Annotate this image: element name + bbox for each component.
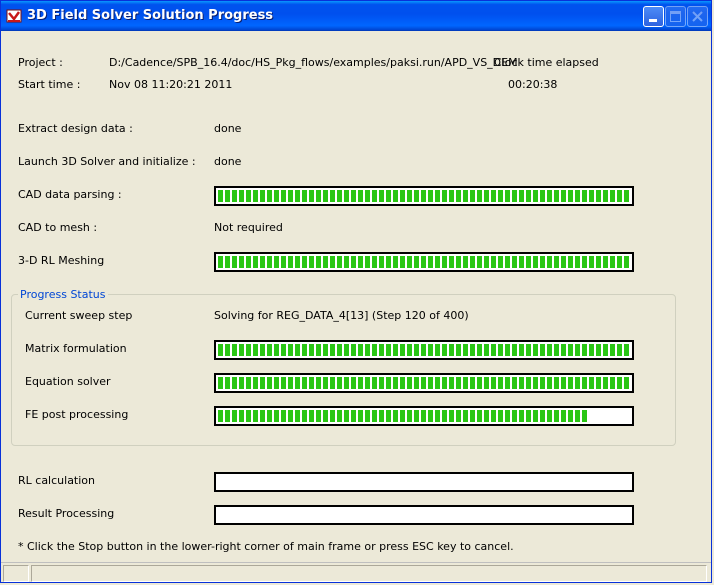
fe-post-processing-progress-fill [218, 410, 589, 422]
start-time-label: Start time : [18, 78, 81, 91]
result-processing-label: Result Processing [18, 507, 115, 520]
extract-design-label: Extract design data : [18, 122, 133, 135]
minimize-button[interactable] [643, 6, 664, 27]
status-bar [1, 562, 711, 582]
rl-calculation-progress-bar [214, 472, 634, 492]
rl-meshing-label: 3-D RL Meshing [18, 254, 105, 267]
matrix-formulation-label: Matrix formulation [25, 342, 127, 355]
minimize-icon [649, 19, 657, 22]
matrix-formulation-progress-fill [218, 344, 630, 356]
cancel-instruction-note: * Click the Stop button in the lower-rig… [18, 540, 514, 553]
equation-solver-label: Equation solver [25, 375, 111, 388]
rl-meshing-progress-bar [214, 252, 634, 272]
app-icon [6, 9, 22, 23]
maximize-icon [670, 11, 681, 22]
title-bar[interactable]: 3D Field Solver Solution Progress [1, 1, 711, 31]
project-path: D:/Cadence/SPB_16.4/doc/HS_Pkg_flows/exa… [109, 56, 518, 69]
equation-solver-progress-bar [214, 373, 634, 393]
sweep-step-label: Current sweep step [25, 309, 133, 322]
progress-status-title: Progress Status [18, 288, 108, 301]
result-processing-progress-bar [214, 505, 634, 525]
rl-calculation-label: RL calculation [18, 474, 95, 487]
close-button [687, 6, 708, 27]
elapsed-time-value: 00:20:38 [508, 78, 558, 91]
rl-meshing-progress-fill [218, 256, 630, 268]
status-bar-segment-left [3, 565, 29, 582]
cad-parsing-progress-bar [214, 186, 634, 206]
launch-solver-status: done [214, 155, 242, 168]
equation-solver-progress-fill [218, 377, 630, 389]
launch-solver-label: Launch 3D Solver and initialize : [18, 155, 196, 168]
fe-post-processing-progress-bar [214, 406, 634, 426]
cad-parsing-label: CAD data parsing : [18, 188, 122, 201]
content-area: Project : D:/Cadence/SPB_16.4/doc/HS_Pkg… [1, 31, 711, 582]
cad-to-mesh-label: CAD to mesh : [18, 221, 98, 234]
cad-to-mesh-status: Not required [214, 221, 283, 234]
matrix-formulation-progress-bar [214, 340, 634, 360]
start-time-value: Nov 08 11:20:21 2011 [109, 78, 233, 91]
close-icon [692, 11, 703, 22]
extract-design-status: done [214, 122, 242, 135]
window-title: 3D Field Solver Solution Progress [27, 8, 274, 23]
status-bar-segment-main [31, 565, 707, 582]
maximize-button [665, 6, 686, 27]
clock-time-label: Clock time elapsed [494, 56, 599, 69]
fe-post-processing-label: FE post processing [25, 408, 129, 421]
project-label: Project : [18, 56, 63, 69]
progress-window: 3D Field Solver Solution Progress Projec… [0, 0, 712, 583]
cad-parsing-progress-fill [218, 190, 630, 202]
sweep-step-value: Solving for REG_DATA_4[13] (Step 120 of … [214, 309, 469, 322]
